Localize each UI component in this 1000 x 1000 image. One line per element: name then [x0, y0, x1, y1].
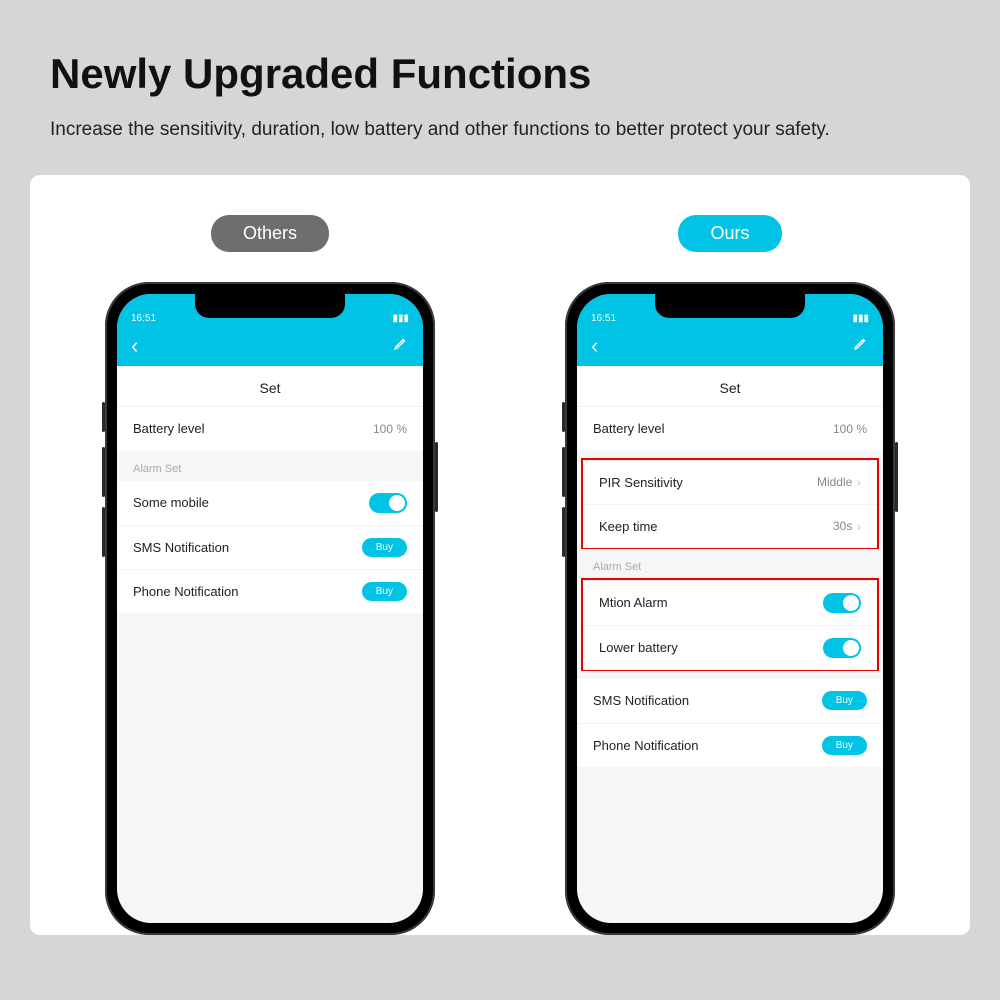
- app-bar: ‹: [577, 326, 883, 366]
- chevron-right-icon: ›: [856, 474, 861, 490]
- edit-icon[interactable]: [393, 335, 409, 356]
- back-icon[interactable]: ‹: [131, 335, 138, 357]
- screen-title: Set: [117, 366, 423, 407]
- some-mobile-label: Some mobile: [133, 495, 209, 510]
- status-icons: ▮▮▮: [852, 313, 869, 324]
- row-motion-alarm[interactable]: Mtion Alarm: [583, 580, 877, 625]
- row-phone-notif[interactable]: Phone Notification Buy: [117, 569, 423, 613]
- battery-label: Battery level: [593, 421, 665, 436]
- row-some-mobile[interactable]: Some mobile: [117, 481, 423, 525]
- back-icon[interactable]: ‹: [591, 335, 598, 357]
- status-icons: ▮▮▮: [392, 313, 409, 324]
- row-battery: Battery level 100 %: [577, 407, 883, 451]
- alarm-set-header: Alarm Set: [117, 451, 423, 481]
- row-sms[interactable]: SMS Notification Buy: [117, 525, 423, 569]
- buy-button-sms[interactable]: Buy: [362, 538, 407, 557]
- status-time: 16:51: [591, 313, 616, 324]
- column-ours: Ours 16:51 ▮▮▮ ‹ Set: [530, 215, 930, 935]
- toggle-lowbatt[interactable]: [823, 638, 861, 658]
- badge-ours: Ours: [678, 215, 781, 252]
- battery-value: 100 %: [373, 422, 407, 436]
- row-lower-battery[interactable]: Lower battery: [583, 625, 877, 670]
- page-subtitle: Increase the sensitivity, duration, low …: [50, 116, 900, 145]
- battery-label: Battery level: [133, 421, 205, 436]
- row-pir[interactable]: PIR Sensitivity Middle ›: [583, 460, 877, 504]
- screen-title: Set: [577, 366, 883, 407]
- buy-button-sms[interactable]: Buy: [822, 691, 867, 710]
- battery-value: 100 %: [833, 422, 867, 436]
- alarm-set-header: Alarm Set: [577, 549, 883, 579]
- chevron-right-icon: ›: [856, 518, 861, 534]
- page-title: Newly Upgraded Functions: [50, 50, 950, 98]
- app-bar: ‹: [117, 326, 423, 366]
- edit-icon[interactable]: [853, 335, 869, 356]
- phone-mockup-ours: 16:51 ▮▮▮ ‹ Set Battery level 100 %: [565, 282, 895, 935]
- row-phone-notif[interactable]: Phone Notification Buy: [577, 723, 883, 767]
- row-keep-time[interactable]: Keep time 30s ›: [583, 504, 877, 548]
- buy-button-phone[interactable]: Buy: [822, 736, 867, 755]
- phone-notif-label: Phone Notification: [593, 738, 699, 753]
- comparison-panel: Others 16:51 ▮▮▮ ‹ Set: [30, 175, 970, 935]
- motion-label: Mtion Alarm: [599, 595, 668, 610]
- column-others: Others 16:51 ▮▮▮ ‹ Set: [70, 215, 470, 935]
- phone-mockup-others: 16:51 ▮▮▮ ‹ Set Battery level 100 % Alar…: [105, 282, 435, 935]
- phone-notif-label: Phone Notification: [133, 584, 239, 599]
- sms-label: SMS Notification: [133, 540, 229, 555]
- pir-value: Middle: [817, 475, 852, 489]
- toggle-some-mobile[interactable]: [369, 493, 407, 513]
- lowbatt-label: Lower battery: [599, 640, 678, 655]
- highlight-pir-keep: PIR Sensitivity Middle › Keep time 30s ›: [581, 458, 879, 550]
- row-sms[interactable]: SMS Notification Buy: [577, 679, 883, 723]
- phone-notch: [195, 294, 345, 318]
- toggle-motion[interactable]: [823, 593, 861, 613]
- badge-others: Others: [211, 215, 329, 252]
- pir-label: PIR Sensitivity: [599, 475, 683, 490]
- sms-label: SMS Notification: [593, 693, 689, 708]
- highlight-alarm-lowbatt: Mtion Alarm Lower battery: [581, 578, 879, 672]
- keep-label: Keep time: [599, 519, 658, 534]
- row-battery: Battery level 100 %: [117, 407, 423, 451]
- phone-notch: [655, 294, 805, 318]
- status-time: 16:51: [131, 313, 156, 324]
- keep-value: 30s: [833, 519, 852, 533]
- buy-button-phone[interactable]: Buy: [362, 582, 407, 601]
